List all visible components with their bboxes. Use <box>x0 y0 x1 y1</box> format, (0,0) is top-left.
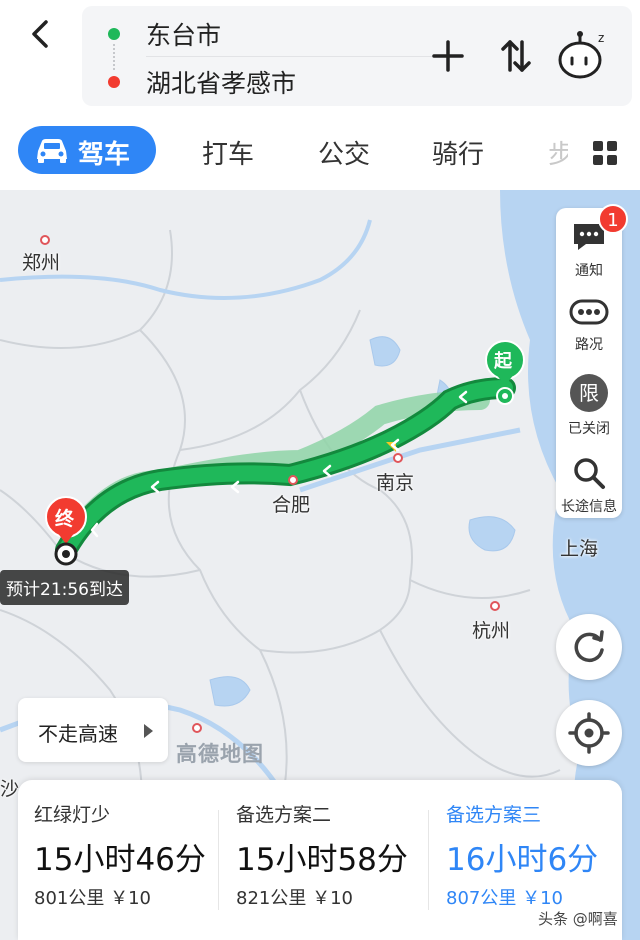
tab-taxi[interactable]: 打车 <box>202 134 254 171</box>
city-hefei[interactable]: 合肥 <box>272 490 310 517</box>
plan-name: 备选方案三 <box>446 804 542 826</box>
route-header: 东台市 湖北省孝感市 z 驾车 打车 公交 骑行 步 <box>0 0 640 190</box>
crosshair-icon <box>568 712 610 754</box>
eta-label: 预计21:56到达 <box>0 570 129 605</box>
start-marker-label: 起 <box>494 351 512 372</box>
car-icon <box>37 139 67 163</box>
traffic-label: 路况 <box>575 337 603 353</box>
city-shanghai[interactable]: 上海 <box>560 534 598 561</box>
city-dot-misc <box>192 723 202 733</box>
back-arrow-icon[interactable] <box>22 14 62 54</box>
tab-bus[interactable]: 公交 <box>318 134 370 171</box>
city-zhengzhou[interactable]: 郑州 <box>22 248 60 275</box>
plan-name: 备选方案二 <box>236 804 332 826</box>
plan-option-1[interactable]: 红绿灯少 15小时46分 801公里 ￥10 <box>34 780 214 940</box>
map-tools-panel: 通知 路况 限 已关闭 长途信息 <box>556 208 622 518</box>
field-divider <box>146 56 436 57</box>
city-dot-nanjing <box>393 453 403 463</box>
tab-drive[interactable]: 驾车 <box>18 126 156 174</box>
notify-badge: 1 <box>598 204 628 234</box>
end-location-field[interactable]: 湖北省孝感市 <box>146 64 296 100</box>
traffic-icon <box>569 299 609 325</box>
city-dot-hangzhou <box>490 601 500 611</box>
plan-option-2[interactable]: 备选方案二 15小时58分 821公里 ￥10 <box>236 780 426 940</box>
plan-time: 15小时58分 <box>236 842 408 878</box>
assistant-robot-icon[interactable]: z <box>552 24 612 84</box>
plan-separator <box>218 810 219 910</box>
transport-tabs: 驾车 打车 公交 骑行 步 <box>0 124 640 180</box>
expand-arrow-icon <box>144 724 153 738</box>
tab-bike[interactable]: 骑行 <box>432 134 484 171</box>
restriction-icon: 限 <box>570 374 608 412</box>
plan-distance: 821公里 ￥10 <box>236 888 353 909</box>
restriction-label: 已关闭 <box>568 421 610 437</box>
tab-drive-label: 驾车 <box>78 140 131 170</box>
route-input-box: 东台市 湖北省孝感市 z <box>82 6 632 106</box>
longtrip-label: 长途信息 <box>561 499 617 515</box>
city-dot-hefei <box>288 475 298 485</box>
end-dot-icon <box>108 76 120 88</box>
plan-time: 15小时46分 <box>34 842 206 878</box>
avoid-highway-label: 不走高速 <box>38 722 118 746</box>
plan-distance: 801公里 ￥10 <box>34 888 151 909</box>
avoid-highway-button[interactable]: 不走高速 <box>18 698 168 762</box>
plan-separator <box>428 810 429 910</box>
start-location-field[interactable]: 东台市 <box>146 16 221 52</box>
search-icon <box>574 458 605 489</box>
city-nanjing[interactable]: 南京 <box>376 468 414 495</box>
refresh-button[interactable] <box>556 614 622 680</box>
city-hangzhou[interactable]: 杭州 <box>472 616 510 643</box>
svg-text:z: z <box>598 31 604 45</box>
route-plans-card: 红绿灯少 15小时46分 801公里 ￥10 备选方案二 15小时58分 821… <box>18 780 622 940</box>
start-dot-icon <box>108 28 120 40</box>
city-dot-zhengzhou <box>40 235 50 245</box>
plan-name: 红绿灯少 <box>34 804 111 826</box>
plan-distance: 807公里 ￥10 <box>446 888 563 909</box>
notify-label: 通知 <box>575 263 603 279</box>
route-connector <box>113 44 115 70</box>
locate-button[interactable] <box>556 700 622 766</box>
refresh-icon <box>574 630 604 663</box>
tab-walk[interactable]: 步 <box>548 134 568 171</box>
end-marker-label: 终 <box>55 508 75 530</box>
watermark: 头条 @啊喜 <box>538 910 618 928</box>
more-grid-icon[interactable] <box>592 140 618 166</box>
city-changsha-partial[interactable]: 沙 <box>0 774 19 801</box>
swap-route-icon[interactable] <box>496 36 536 76</box>
plan-time: 16小时6分 <box>446 842 599 878</box>
amap-logo: 高德地图 <box>176 742 264 766</box>
add-waypoint-icon[interactable] <box>428 36 468 76</box>
